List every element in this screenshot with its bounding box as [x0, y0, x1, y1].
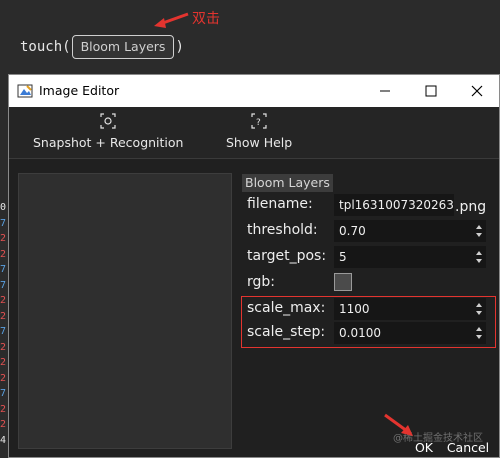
minimize-icon: [380, 90, 390, 92]
gutter-char: 2: [0, 233, 7, 244]
image-preview-panel: [18, 173, 232, 449]
cancel-button[interactable]: Cancel: [443, 437, 493, 458]
scale-step-spinbox[interactable]: 0.0100: [334, 322, 486, 344]
gutter-char: 7: [0, 217, 7, 229]
step-up-icon[interactable]: [476, 327, 482, 331]
show-help-label: Show Help: [226, 135, 293, 150]
step-down-icon[interactable]: [476, 259, 482, 263]
gutter-char: 4: [0, 434, 7, 446]
gutter-char: 2: [0, 341, 7, 353]
gutter-char: 7: [0, 264, 7, 275]
step-down-icon[interactable]: [476, 335, 482, 339]
code-prefix: touch(: [20, 39, 71, 55]
scale-max-label: scale_max:: [247, 300, 326, 316]
gutter-char: 2: [0, 419, 7, 430]
code-line: touch(Bloom Layers): [20, 35, 184, 59]
annotation-text: 双击: [192, 11, 220, 27]
group-title: Bloom Layers: [242, 174, 333, 192]
titlebar: Image Editor: [9, 75, 499, 107]
scale-step-label: scale_step:: [247, 324, 326, 340]
help-icon: ?: [251, 113, 267, 129]
toolbar: Snapshot + Recognition ? Show Help: [9, 107, 499, 159]
target-pos-stepper[interactable]: [472, 246, 486, 268]
threshold-spinbox[interactable]: 0.70: [334, 220, 486, 242]
step-up-icon[interactable]: [476, 303, 482, 307]
snapshot-recognition-label: Snapshot + Recognition: [33, 135, 184, 150]
scale-step-value: 0.0100: [339, 326, 381, 340]
maximize-button[interactable]: [409, 75, 453, 107]
step-down-icon[interactable]: [476, 233, 482, 237]
gutter-char: 7: [0, 326, 7, 337]
window-title: Image Editor: [39, 83, 120, 98]
snapshot-recognition-button[interactable]: Snapshot + Recognition: [33, 113, 183, 150]
image-editor-app-icon: [17, 84, 33, 98]
gutter-char: 0: [0, 202, 7, 213]
maximize-icon: [425, 85, 437, 97]
scale-max-value: 1100: [339, 302, 370, 316]
threshold-value: 0.70: [339, 224, 366, 238]
close-icon: [471, 85, 483, 97]
scale-max-spinbox[interactable]: 1100: [334, 298, 486, 320]
svg-text:?: ?: [256, 118, 261, 128]
gutter-char: 2: [0, 372, 7, 384]
filename-label: filename:: [247, 196, 313, 212]
minimize-button[interactable]: [363, 75, 407, 107]
snapshot-icon: [100, 113, 116, 129]
target-pos-spinbox[interactable]: 5: [334, 246, 486, 268]
gutter-char: 7: [0, 388, 7, 399]
threshold-stepper[interactable]: [472, 220, 486, 242]
scale-step-stepper[interactable]: [472, 322, 486, 344]
gutter-char: 2: [0, 248, 7, 260]
step-up-icon[interactable]: [476, 225, 482, 229]
filename-input[interactable]: tpl1631007320263: [334, 194, 454, 216]
step-down-icon[interactable]: [476, 311, 482, 315]
image-editor-window: Image Editor Snapshot + Recognition ? Sh…: [8, 74, 500, 458]
gutter-char: 2: [0, 295, 7, 306]
annotation-arrow-icon: [384, 413, 413, 436]
threshold-label: threshold:: [247, 222, 318, 238]
gutter-char: 7: [0, 279, 7, 291]
image-template-chip[interactable]: Bloom Layers: [71, 35, 175, 59]
show-help-button[interactable]: ? Show Help: [226, 113, 292, 150]
target-pos-value: 5: [339, 250, 347, 264]
filename-extension: .png: [455, 199, 487, 215]
close-button[interactable]: [455, 75, 499, 107]
rgb-label: rgb:: [247, 274, 275, 290]
step-up-icon[interactable]: [476, 251, 482, 255]
annotation-arrow-icon: [154, 12, 189, 28]
target-pos-label: target_pos:: [247, 248, 327, 264]
ok-button[interactable]: OK: [409, 437, 439, 458]
code-suffix: ): [175, 39, 184, 55]
line-gutter: 0 7 2 2 7 7 2 2 7 2 2 2 7 2 2 4: [0, 200, 8, 448]
scale-max-stepper[interactable]: [472, 298, 486, 320]
gutter-char: 2: [0, 357, 7, 368]
rgb-checkbox[interactable]: [334, 273, 352, 291]
gutter-char: 2: [0, 310, 7, 322]
gutter-char: 2: [0, 403, 7, 415]
